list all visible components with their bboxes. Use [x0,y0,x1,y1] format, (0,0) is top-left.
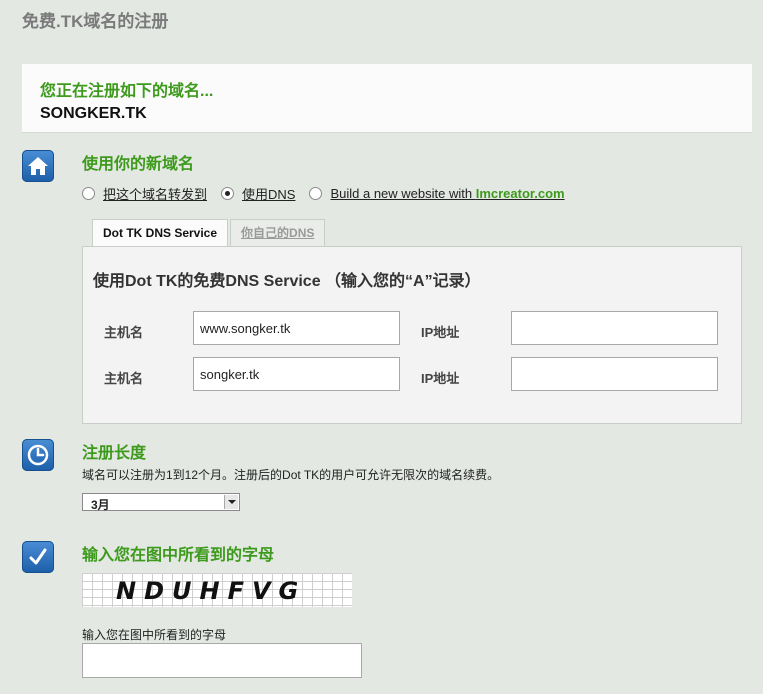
captcha-image-text: NDUHFVG [116,577,307,605]
usage-options: 把这个域名转发到 使用DNS Build a new website with … [82,184,579,202]
ip-input-1[interactable] [511,311,718,345]
host-label-1: 主机名 [104,325,144,340]
radio-build-website[interactable] [309,186,323,200]
build-website-text: Build a new website with [330,185,476,201]
host-label-2: 主机名 [104,371,144,386]
dns-tabs: Dot TK DNS Service 你自己的DNS [92,219,327,248]
radio-use-dns[interactable] [221,186,235,200]
radio-build-website-label[interactable]: Build a new website with Imcreator.com [330,186,564,201]
ip-label-2: IP地址 [421,371,460,386]
captcha-input-label: 输入您在图中所看到的字母 [82,628,227,642]
chevron-down-icon[interactable] [224,495,238,509]
captcha-image: NDUHFVG [82,573,352,607]
captcha-input[interactable] [82,643,362,678]
registration-length-value: 3月 [91,498,110,512]
ip-input-2[interactable] [511,357,718,391]
radio-use-dns-label[interactable]: 使用DNS [242,184,295,203]
tab-dot-tk-dns[interactable]: Dot TK DNS Service [92,219,229,248]
home-icon [22,150,54,182]
domain-name: SONGKER.TK [40,105,147,122]
radio-forward-label[interactable]: 把这个域名转发到 [103,184,207,203]
dns-panel: 使用Dot TK的免费DNS Service （输入您的“A”记录） 主机名 I… [82,246,742,424]
registration-length-select[interactable]: 3月 [82,493,240,512]
registration-description: 域名可以注册为1到12个月。注册后的Dot TK的用户可允许无限次的域名续费。 [82,468,500,482]
host-input-1[interactable] [193,311,400,345]
registering-intro: 您正在注册如下的域名... [40,83,214,100]
tab-own-dns[interactable]: 你自己的DNS [230,219,326,246]
use-domain-title: 使用你的新域名 [82,156,195,173]
checkmark-icon [22,541,54,573]
dns-panel-title: 使用Dot TK的免费DNS Service （输入您的“A”记录） [93,273,481,290]
clock-icon [22,439,54,471]
registration-length-title: 注册长度 [82,445,147,462]
ip-label-1: IP地址 [421,325,460,340]
page-title: 免费.TK域名的注册 [22,12,169,31]
radio-forward[interactable] [82,186,95,200]
host-input-2[interactable] [193,357,400,391]
domain-summary-box: 您正在注册如下的域名... SONGKER.TK [22,64,752,133]
captcha-title: 输入您在图中所看到的字母 [82,547,275,564]
imcreator-link[interactable]: Imcreator.com [476,186,565,201]
